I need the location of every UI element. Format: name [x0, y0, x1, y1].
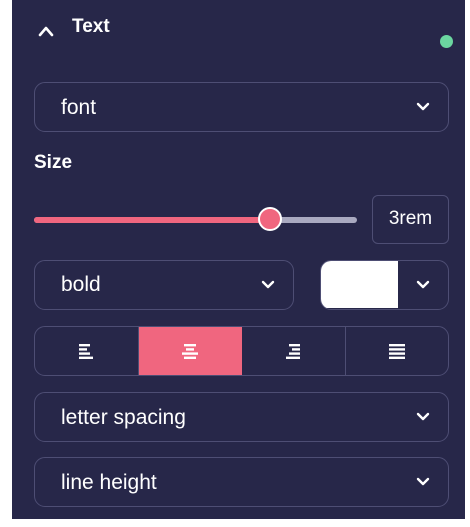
font-weight-select[interactable]: bold: [34, 260, 294, 310]
text-align-group: [34, 326, 449, 376]
size-value-field[interactable]: 3rem: [372, 195, 449, 244]
align-right-button[interactable]: [242, 327, 346, 375]
align-justify-button[interactable]: [346, 327, 449, 375]
letter-spacing-select[interactable]: letter spacing: [34, 392, 449, 442]
slider-fill: [34, 217, 270, 223]
font-select[interactable]: font: [34, 82, 449, 132]
panel-title: Text: [72, 16, 110, 37]
chevron-up-icon[interactable]: [38, 25, 54, 37]
chevron-down-icon: [416, 102, 430, 111]
color-picker: [320, 260, 449, 310]
chevron-down-icon: [416, 412, 430, 421]
text-style-panel: Text font Size 3rem bold letter spacing …: [12, 0, 465, 519]
line-height-select[interactable]: line height: [34, 457, 449, 507]
line-height-value: line height: [61, 471, 157, 494]
font-select-value: font: [61, 96, 97, 119]
align-center-icon: [181, 344, 198, 359]
chevron-down-icon: [261, 280, 275, 289]
color-swatch[interactable]: [321, 261, 398, 308]
align-right-icon: [286, 344, 301, 359]
align-left-icon: [79, 344, 94, 359]
font-weight-value: bold: [61, 273, 101, 296]
align-left-button[interactable]: [35, 327, 139, 375]
size-label: Size: [34, 152, 73, 173]
align-justify-icon: [388, 344, 405, 359]
color-dropdown-button[interactable]: [398, 261, 448, 308]
letter-spacing-value: letter spacing: [61, 406, 186, 429]
size-slider[interactable]: [34, 206, 357, 234]
align-center-button[interactable]: [138, 327, 242, 375]
slider-thumb[interactable]: [258, 207, 282, 231]
status-indicator: [440, 35, 453, 48]
chevron-down-icon: [416, 280, 430, 289]
chevron-down-icon: [416, 477, 430, 486]
